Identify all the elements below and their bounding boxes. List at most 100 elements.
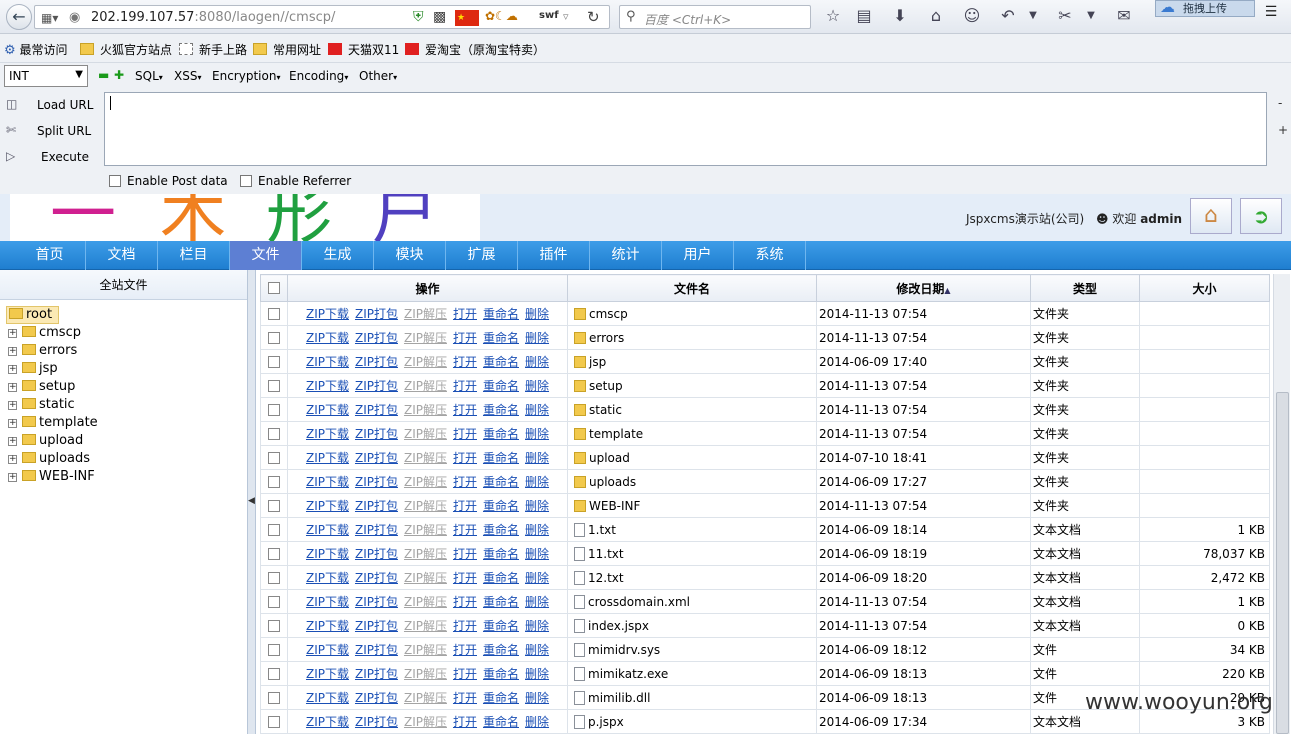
qr-code-icon[interactable]: ▩ bbox=[433, 9, 446, 25]
zip-unpack-link[interactable]: ZIP解压 bbox=[404, 307, 447, 321]
row-checkbox[interactable] bbox=[268, 331, 280, 344]
open-link[interactable]: 打开 bbox=[453, 427, 477, 441]
rename-link[interactable]: 重命名 bbox=[483, 403, 519, 417]
tree-node[interactable]: + WEB-INF bbox=[8, 468, 95, 486]
open-link[interactable]: 打开 bbox=[453, 595, 477, 609]
open-link[interactable]: 打开 bbox=[453, 523, 477, 537]
open-link[interactable]: 打开 bbox=[453, 331, 477, 345]
file-name[interactable]: WEB-INF bbox=[589, 499, 640, 513]
bookmark-item[interactable]: 火狐官方站点 bbox=[80, 41, 172, 58]
row-checkbox[interactable] bbox=[268, 403, 280, 416]
file-name[interactable]: cmscp bbox=[589, 307, 628, 321]
zip-pack-link[interactable]: ZIP打包 bbox=[355, 403, 398, 417]
encoding-select[interactable]: INT ▼ bbox=[4, 65, 88, 87]
tree-root[interactable]: root bbox=[6, 306, 60, 324]
file-name[interactable]: mimidrv.sys bbox=[588, 643, 660, 657]
file-name[interactable]: mimilib.dll bbox=[588, 691, 650, 705]
expand-icon[interactable]: + bbox=[8, 347, 17, 356]
home-button[interactable]: ⌂ bbox=[1190, 198, 1232, 234]
enable-post-checkbox[interactable]: Enable Post data bbox=[109, 174, 228, 188]
rename-link[interactable]: 重命名 bbox=[483, 643, 519, 657]
tree-node[interactable]: + jsp bbox=[8, 360, 58, 378]
file-name[interactable]: uploads bbox=[589, 475, 636, 489]
zip-download-link[interactable]: ZIP下载 bbox=[306, 427, 349, 441]
zip-download-link[interactable]: ZIP下载 bbox=[306, 307, 349, 321]
url-textarea[interactable] bbox=[104, 92, 1267, 166]
chevron-down-icon[interactable]: ▼ bbox=[1080, 10, 1102, 21]
url-bar[interactable]: ▦▾ ◉ 202.199.107.57:8080/laogen//cmscp/ … bbox=[34, 5, 610, 29]
zip-pack-link[interactable]: ZIP打包 bbox=[355, 427, 398, 441]
open-link[interactable]: 打开 bbox=[453, 715, 477, 729]
row-select-cell[interactable] bbox=[260, 565, 288, 590]
bookmark-item[interactable]: 天猫双11 bbox=[328, 41, 399, 58]
delete-link[interactable]: 删除 bbox=[525, 643, 549, 657]
collapse-left-icon[interactable]: ◀ bbox=[248, 496, 255, 506]
zip-unpack-link[interactable]: ZIP解压 bbox=[404, 523, 447, 537]
tree-node[interactable]: + uploads bbox=[8, 450, 90, 468]
select-all-checkbox[interactable] bbox=[268, 282, 280, 294]
row-checkbox[interactable] bbox=[268, 643, 280, 656]
nav-home[interactable]: 首页 bbox=[14, 241, 86, 270]
file-name[interactable]: static bbox=[589, 403, 622, 417]
expand-icon[interactable]: + bbox=[8, 401, 17, 410]
table-row[interactable]: ZIP下载 ZIP打包 ZIP解压 打开 重命名 删除 1.txt 2014-06-09 18… bbox=[260, 517, 1270, 542]
smiley-icon[interactable]: ☺ bbox=[961, 6, 983, 25]
file-name-cell[interactable]: setup bbox=[567, 373, 817, 398]
expand-icon[interactable]: + bbox=[8, 455, 17, 464]
open-link[interactable]: 打开 bbox=[453, 619, 477, 633]
execute-button[interactable]: ▷ Execute bbox=[4, 146, 104, 168]
expand-icon[interactable]: + bbox=[8, 383, 17, 392]
zip-unpack-link[interactable]: ZIP解压 bbox=[404, 403, 447, 417]
bookmark-item[interactable]: ⚙ 最常访问 bbox=[4, 41, 68, 58]
file-name-cell[interactable]: static bbox=[567, 397, 817, 422]
load-url-button[interactable]: ◫ Load URL bbox=[4, 94, 104, 116]
rename-link[interactable]: 重命名 bbox=[483, 355, 519, 369]
expand-icon[interactable]: + bbox=[8, 419, 17, 428]
select-all-header[interactable] bbox=[260, 274, 288, 302]
nav-system[interactable]: 系统 bbox=[734, 241, 806, 270]
zip-unpack-link[interactable]: ZIP解压 bbox=[404, 451, 447, 465]
zip-download-link[interactable]: ZIP下载 bbox=[306, 403, 349, 417]
rename-link[interactable]: 重命名 bbox=[483, 667, 519, 681]
zip-download-link[interactable]: ZIP下载 bbox=[306, 379, 349, 393]
file-name-cell[interactable]: mimidrv.sys bbox=[567, 637, 817, 662]
zip-download-link[interactable]: ZIP下载 bbox=[306, 595, 349, 609]
file-name[interactable]: setup bbox=[589, 379, 623, 393]
chevron-down-icon[interactable]: ▿ bbox=[563, 10, 569, 23]
rename-link[interactable]: 重命名 bbox=[483, 595, 519, 609]
file-name-cell[interactable]: upload bbox=[567, 445, 817, 470]
row-select-cell[interactable] bbox=[260, 373, 288, 398]
tree-node[interactable]: + template bbox=[8, 414, 98, 432]
table-row[interactable]: ZIP下载 ZIP打包 ZIP解压 打开 重命名 删除 errors 2014-11-13 0… bbox=[260, 325, 1270, 350]
file-name-cell[interactable]: jsp bbox=[567, 349, 817, 374]
chat-icon[interactable]: ✉ bbox=[1113, 6, 1135, 25]
zip-pack-link[interactable]: ZIP打包 bbox=[355, 499, 398, 513]
open-link[interactable]: 打开 bbox=[453, 499, 477, 513]
plus-icon[interactable]: ✚ bbox=[114, 68, 124, 82]
delete-link[interactable]: 删除 bbox=[525, 331, 549, 345]
zip-pack-link[interactable]: ZIP打包 bbox=[355, 571, 398, 585]
file-name[interactable]: jsp bbox=[589, 355, 606, 369]
delete-link[interactable]: 删除 bbox=[525, 571, 549, 585]
file-name[interactable]: crossdomain.xml bbox=[588, 595, 690, 609]
checkbox-box[interactable] bbox=[240, 175, 252, 187]
table-row[interactable]: ZIP下载 ZIP打包 ZIP解压 打开 重命名 删除 upload 2014-07-10 1… bbox=[260, 445, 1270, 470]
delete-link[interactable]: 删除 bbox=[525, 403, 549, 417]
delete-link[interactable]: 删除 bbox=[525, 379, 549, 393]
tree-node[interactable]: + errors bbox=[8, 342, 77, 360]
zip-unpack-link[interactable]: ZIP解压 bbox=[404, 571, 447, 585]
file-name-cell[interactable]: template bbox=[567, 421, 817, 446]
size-header[interactable]: 大小 bbox=[1139, 274, 1270, 302]
zip-unpack-link[interactable]: ZIP解压 bbox=[404, 595, 447, 609]
file-name[interactable]: upload bbox=[589, 451, 630, 465]
zip-pack-link[interactable]: ZIP打包 bbox=[355, 643, 398, 657]
rename-link[interactable]: 重命名 bbox=[483, 523, 519, 537]
rename-link[interactable]: 重命名 bbox=[483, 715, 519, 729]
undo-icon[interactable]: ↶ bbox=[997, 6, 1019, 25]
xss-menu[interactable]: XSS▾ bbox=[174, 69, 201, 83]
row-checkbox[interactable] bbox=[268, 475, 280, 488]
row-checkbox[interactable] bbox=[268, 595, 280, 608]
file-name-cell[interactable]: 12.txt bbox=[567, 565, 817, 590]
row-select-cell[interactable] bbox=[260, 613, 288, 638]
zip-pack-link[interactable]: ZIP打包 bbox=[355, 475, 398, 489]
